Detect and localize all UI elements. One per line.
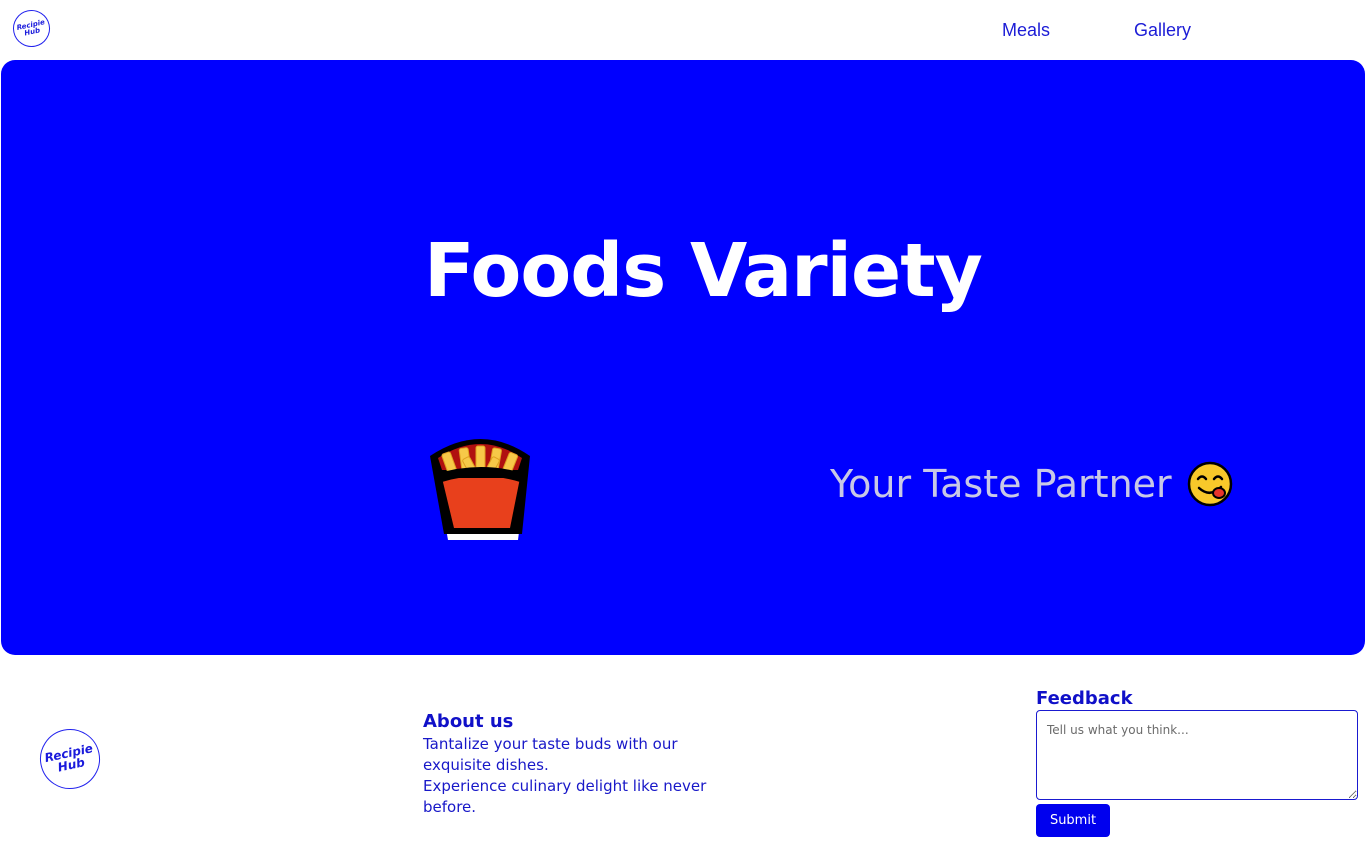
- hero-tagline: Your Taste Partner: [830, 460, 1234, 508]
- feedback-heading: Feedback: [1036, 688, 1133, 709]
- french-fries-icon: [430, 439, 530, 540]
- logo[interactable]: Recipie Hub: [9, 6, 54, 51]
- logo-line-2: Hub: [23, 25, 41, 37]
- about-text-2: Experience culinary delight like never b…: [423, 777, 707, 816]
- about-text-1: Tantalize your taste buds with our exqui…: [423, 735, 678, 774]
- feedback-section: Feedback Submit: [1036, 688, 1358, 837]
- feedback-textarea[interactable]: [1036, 710, 1358, 800]
- top-nav: Recipie Hub Meals Gallery: [0, 0, 1366, 60]
- footer-logo[interactable]: Recipie Hub: [34, 723, 106, 795]
- yum-face-icon: [1187, 461, 1232, 507]
- hero-title: Foods Variety: [424, 228, 983, 314]
- about-section: About us Tantalize your taste buds with …: [423, 711, 713, 818]
- footer-logo-line-2: Hub: [56, 755, 86, 775]
- submit-button[interactable]: Submit: [1036, 804, 1110, 837]
- nav-link-meals[interactable]: Meals: [1002, 20, 1050, 41]
- hero-banner: Foods Variety Your Taste Partner: [1, 60, 1365, 655]
- tagline-text: Your Taste Partner: [830, 462, 1172, 506]
- nav-link-gallery[interactable]: Gallery: [1134, 20, 1191, 41]
- about-heading: About us: [423, 711, 514, 732]
